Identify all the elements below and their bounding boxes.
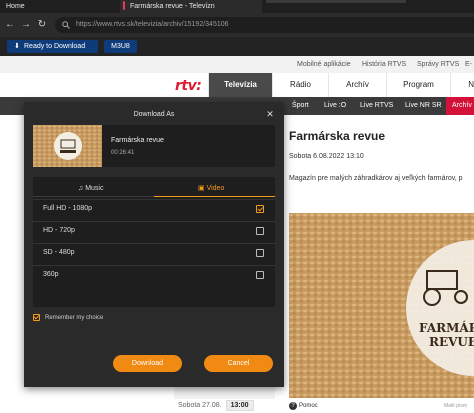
topnav-link[interactable]: História RTVS: [362, 56, 406, 73]
topnav-link[interactable]: E-: [465, 56, 472, 73]
dialog-title: Download As: [133, 111, 175, 118]
tab-active[interactable]: ▍ Farmárska revue - Televízn: [120, 0, 262, 13]
format-row[interactable]: HD - 720p: [33, 221, 275, 242]
extension-bar: ⬇ Ready to Download M3U8: [0, 37, 474, 56]
site-top-nav: Mobilné aplikácie História RTVS Správy R…: [0, 56, 474, 73]
remember-checkbox[interactable]: [33, 314, 40, 321]
nav-item-radio[interactable]: Rádio: [272, 73, 328, 97]
format-row[interactable]: 360p: [33, 265, 275, 286]
format-panel: ♫ Music ▣ Video Full HD - 1080p HD - 720…: [33, 177, 275, 307]
url-field[interactable]: https://www.rtvs.sk/televizia/archiv/151…: [55, 17, 474, 33]
download-button[interactable]: Download: [113, 355, 182, 372]
subnav-item-live-rtvs[interactable]: Live RTVS: [360, 97, 393, 115]
video-icon: ▣: [198, 185, 207, 192]
media-duration: 00:26:41: [111, 150, 135, 156]
nav-item-more[interactable]: N: [450, 73, 474, 97]
subnav-item-live-o[interactable]: Live :O: [324, 97, 346, 115]
browser-tabbar: Home ▍ Farmárska revue - Televízn: [0, 0, 474, 13]
forward-icon[interactable]: →: [20, 19, 32, 31]
help-icon: ?: [289, 402, 297, 410]
format-row[interactable]: Full HD - 1080p: [33, 199, 275, 220]
m3u8-button[interactable]: M3U8: [104, 40, 137, 53]
download-icon: ⬇: [14, 43, 20, 50]
video-player-thumbnail[interactable]: FARMÁRSK REVUE: [289, 213, 474, 398]
hero-image: [289, 213, 474, 398]
address-bar-row: ← → ↻ https://www.rtvs.sk/televizia/arch…: [0, 13, 474, 37]
media-title: Farmárska revue: [111, 137, 164, 144]
hero-logo-text: FARMÁRSK REVUE: [419, 321, 474, 349]
cancel-button[interactable]: Cancel: [204, 355, 273, 372]
nav-item-program[interactable]: Program: [386, 73, 450, 97]
subnav-item-live-nrsr[interactable]: Live NR SR: [405, 97, 442, 115]
remember-choice[interactable]: Remember my choice: [33, 314, 103, 321]
search-icon: [62, 21, 70, 29]
format-row[interactable]: SD - 480p: [33, 243, 275, 264]
episode-time: 13:00: [225, 400, 254, 411]
rtvs-favicon-icon: ▍: [123, 3, 129, 10]
format-checkbox[interactable]: [256, 227, 264, 235]
topnav-link[interactable]: Správy RTVS: [417, 56, 459, 73]
format-checkbox[interactable]: [256, 249, 264, 257]
topnav-link[interactable]: Mobilné aplikácie: [297, 56, 351, 73]
subnav-item-sport[interactable]: Šport: [292, 97, 309, 115]
nav-item-archiv[interactable]: Archív: [328, 73, 386, 97]
back-icon[interactable]: ←: [4, 19, 16, 31]
media-card: Farmárska revue 00:26:41: [33, 125, 275, 167]
article-description: Magazín pre malých záhradkárov aj veľkýc…: [289, 175, 463, 182]
rtvs-logo[interactable]: rtv:: [175, 78, 202, 94]
tab-home[interactable]: Home: [6, 0, 25, 13]
small-font-link[interactable]: Malé písm: [444, 403, 467, 409]
article-date: Sobota 6.08.2022 13:10: [289, 153, 364, 160]
site-main-nav: rtv: Televízia Rádio Archív Program N: [0, 73, 474, 97]
close-icon[interactable]: ✕: [264, 108, 276, 120]
ready-label: Ready to Download: [24, 43, 86, 50]
format-checkbox[interactable]: [256, 205, 264, 213]
tab-active-label: Farmárska revue - Televízn: [130, 3, 215, 10]
article-title: Farmárska revue: [289, 129, 386, 143]
episode-date: Sobota 27.08.: [178, 402, 222, 409]
help-link[interactable]: ? Pomoc: [289, 402, 318, 410]
media-thumbnail: [33, 125, 102, 167]
episode-row[interactable]: Sobota 27.08. 13:00: [178, 400, 254, 411]
subnav-item-archiv[interactable]: Archív: [446, 97, 474, 115]
url-text: https://www.rtvs.sk/televizia/archiv/151…: [76, 21, 229, 28]
tab-active-indicator: [154, 196, 275, 197]
tab-video[interactable]: ▣ Video: [198, 183, 224, 195]
reload-icon[interactable]: ↻: [36, 19, 48, 31]
download-dialog: Download As ✕ Farmárska revue 00:26:41 ♫…: [24, 102, 284, 387]
tab-inactive[interactable]: [266, 0, 406, 3]
ready-to-download-button[interactable]: ⬇ Ready to Download: [7, 40, 98, 53]
nav-item-televizia[interactable]: Televízia: [208, 73, 272, 97]
format-checkbox[interactable]: [256, 271, 264, 279]
tab-music[interactable]: ♫ Music: [78, 183, 103, 195]
